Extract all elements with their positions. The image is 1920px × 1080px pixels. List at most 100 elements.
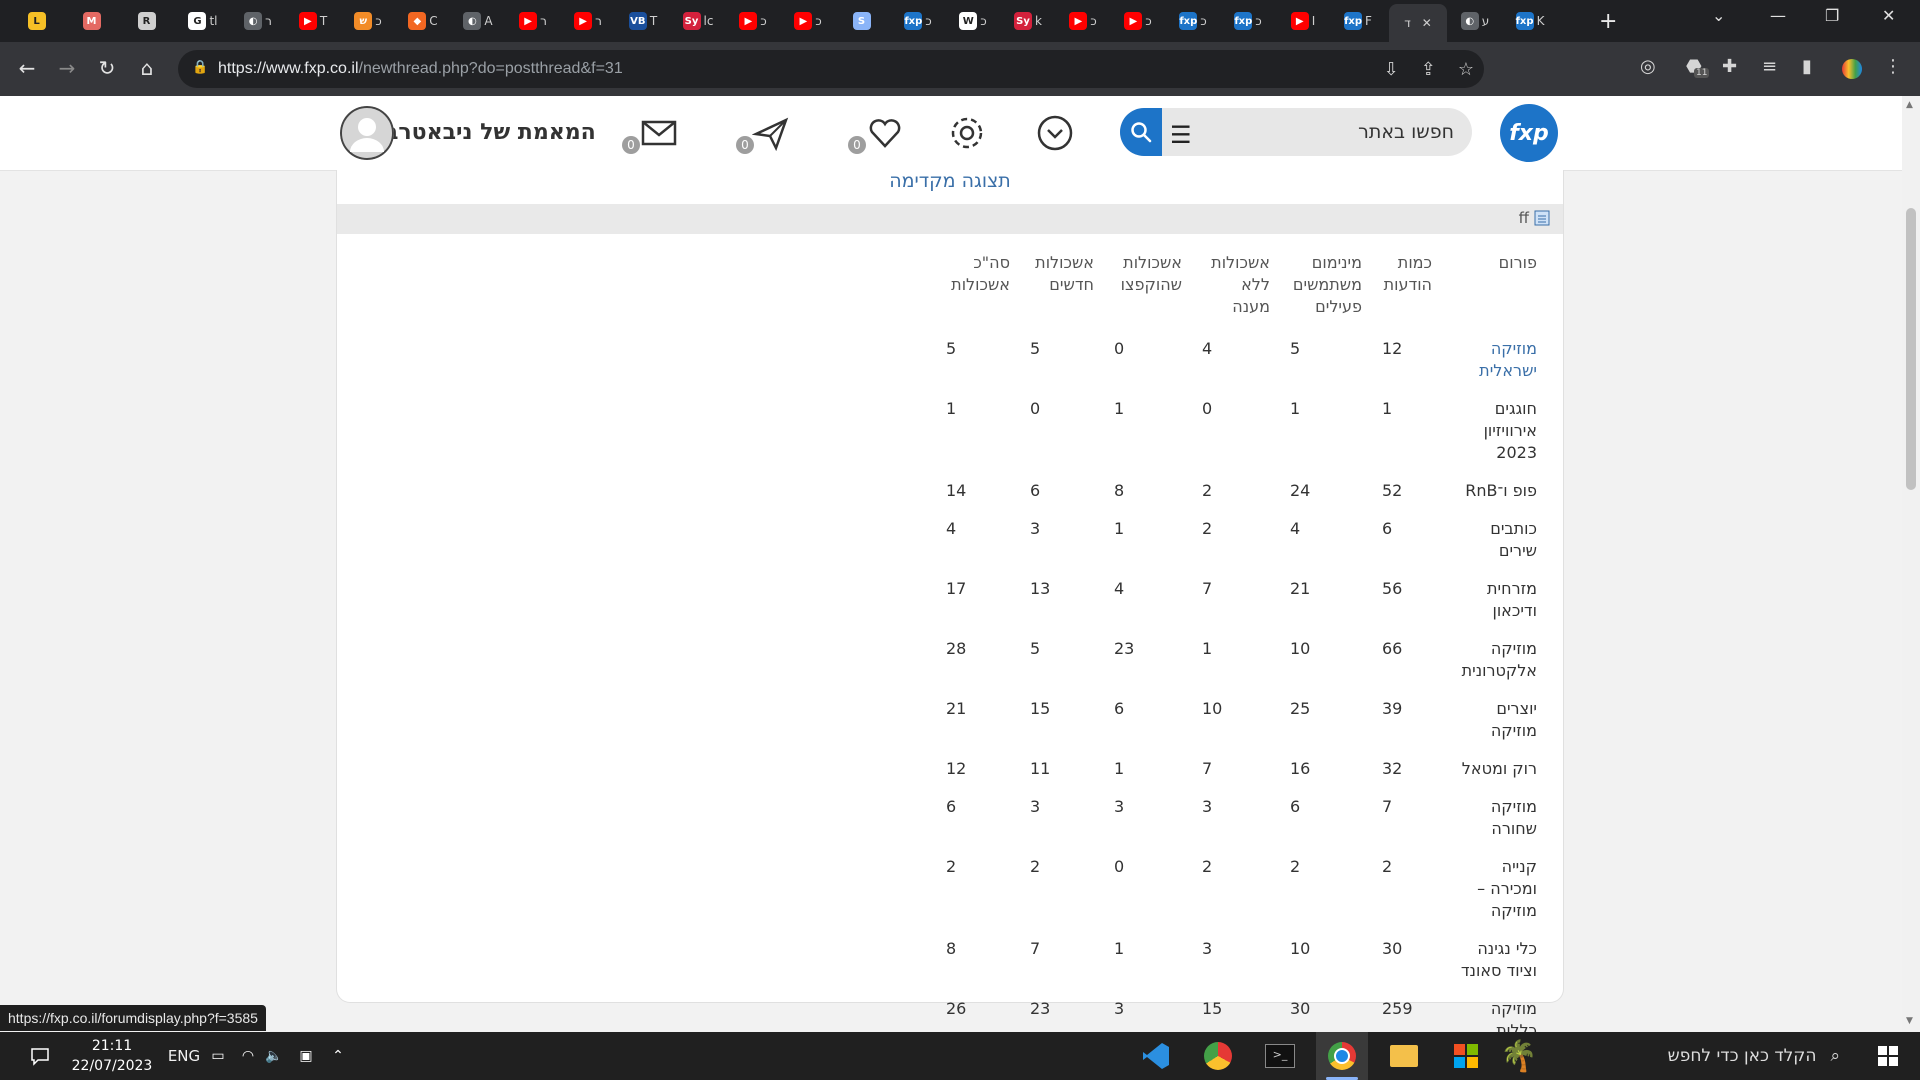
tab-title: T [319, 14, 328, 28]
close-tab-icon[interactable]: ✕ [1422, 16, 1432, 30]
browser-tab[interactable]: ▶ T [289, 6, 337, 36]
browser-tab[interactable]: ◐ ע [1451, 6, 1499, 36]
close-window-button[interactable]: ✕ [1882, 6, 1895, 25]
scroll-thumb[interactable] [1906, 208, 1916, 490]
store-taskbar-icon[interactable] [1440, 1032, 1492, 1080]
tab-title: ע [1481, 14, 1490, 28]
username[interactable]: המאמת של ניבאטרב [385, 120, 596, 145]
browser-tab[interactable]: שכ [344, 6, 392, 36]
fxp-logo[interactable]: fxp [1500, 104, 1558, 162]
file-explorer-taskbar-icon[interactable] [1378, 1032, 1430, 1080]
browser-tab[interactable]: VB T [619, 6, 667, 36]
start-windows-icon[interactable] [1878, 1046, 1898, 1066]
tab-favicon-icon: Sy [682, 12, 701, 30]
profile-avatar[interactable] [1842, 59, 1862, 79]
tab-title: K [1536, 14, 1545, 28]
chrome-profile-taskbar-icon[interactable] [1192, 1032, 1244, 1080]
stat-cell: 66 [1382, 639, 1403, 658]
home-icon[interactable]: ⌂ [134, 56, 160, 80]
new-tab-button[interactable]: + [1599, 9, 1617, 34]
browser-tab[interactable]: S [839, 6, 887, 36]
tab-favicon-icon: L [27, 12, 46, 30]
favorites-heart-icon[interactable] [866, 114, 904, 152]
browser-tab[interactable]: ▶ כ [1114, 6, 1162, 36]
browser-tab[interactable]: ▶ כ [729, 6, 777, 36]
browser-tab[interactable]: fxp כ [894, 6, 942, 36]
tab-search-icon[interactable]: ⌄ [1712, 6, 1725, 25]
browser-tab[interactable]: ▶ I [1279, 6, 1327, 36]
clock[interactable]: 21:11 22/07/2023 [62, 1036, 162, 1076]
volume-icon[interactable]: 🔈 [262, 1032, 286, 1080]
show-hidden-icons[interactable]: ⌃ [326, 1032, 350, 1080]
meet-now-icon[interactable]: ▣ [294, 1032, 318, 1080]
wifi-icon[interactable]: ◠ [236, 1032, 260, 1080]
address-bar[interactable]: 🔒 https://www.fxp.co.il/newthread.php?do… [178, 50, 1484, 88]
tab-favicon-icon: ▶ [1124, 12, 1143, 30]
menu-icon[interactable]: ☰ [1170, 121, 1192, 149]
browser-tab[interactable]: ◆ C [399, 6, 447, 36]
mail-icon[interactable] [640, 114, 678, 152]
search-button[interactable] [1120, 108, 1162, 156]
reload-icon[interactable]: ↻ [94, 56, 120, 80]
browser-tab[interactable]: fxp K [1506, 6, 1554, 36]
tab-favicon-icon: M [82, 12, 101, 30]
browser-tab[interactable]: Gtl [179, 6, 227, 36]
tab-title: כ [815, 14, 822, 28]
scroll-up-arrow[interactable]: ▲ [1906, 100, 1913, 110]
browser-tab[interactable]: ▶ כ [784, 6, 832, 36]
notification-icon[interactable] [20, 1032, 60, 1080]
preview-card: תצוגה מקדימה ff פורום כמות הודעות מינימו… [336, 170, 1564, 1040]
maximize-button[interactable]: ❐ [1825, 6, 1839, 25]
forum-stats-table: פורום כמות הודעות מינימום משתמשים פעילים… [936, 252, 1547, 1058]
browser-tab[interactable]: fxp F [1334, 6, 1382, 36]
user-avatar[interactable] [340, 106, 394, 160]
scroll-down-arrow[interactable]: ▼ [1906, 1016, 1913, 1026]
url-text[interactable]: https://www.fxp.co.il/newthread.php?do=p… [218, 60, 623, 78]
browser-tab[interactable]: ◐ ר [234, 6, 282, 36]
side-panel-icon[interactable]: ▮ [1802, 56, 1812, 77]
forward-icon[interactable]: → [54, 56, 80, 80]
browser-tab[interactable]: Sy lc [674, 6, 722, 36]
search-input[interactable] [1212, 118, 1456, 146]
forum-name-cell[interactable]: מוזיקה ישראלית [1442, 338, 1547, 398]
bookmark-star-icon[interactable]: ☆ [1458, 59, 1474, 80]
table-row: יוצרים מוזיקה 39 25 10 6 15 21 [936, 698, 1547, 758]
browser-tab[interactable]: M [69, 6, 117, 36]
browser-tab[interactable]: ▶ כ [1059, 6, 1107, 36]
browser-tab[interactable]: ד ✕ [1389, 4, 1447, 42]
share-icon[interactable]: ⇪ [1421, 59, 1436, 80]
install-app-icon[interactable]: ⇩ [1384, 59, 1399, 80]
table-row: חוגגים אירוויזיון 2023 1 1 0 1 0 1 [936, 398, 1547, 480]
lock-icon[interactable]: 🔒 [192, 60, 208, 75]
send-plane-icon[interactable] [752, 114, 790, 152]
page-scrollbar[interactable]: ▲ ▼ [1902, 96, 1920, 1032]
chrome-menu-icon[interactable]: ⋮ [1884, 56, 1902, 77]
browser-tab[interactable]: fxp כ [1224, 6, 1272, 36]
vscode-taskbar-icon[interactable] [1130, 1032, 1182, 1080]
browser-tab[interactable]: R [124, 6, 172, 36]
stat-cell: 1 [1114, 519, 1125, 538]
settings-gear-icon[interactable] [948, 114, 986, 152]
back-icon[interactable]: ← [14, 56, 40, 80]
chrome-taskbar-icon[interactable] [1316, 1032, 1368, 1080]
language-indicator[interactable]: ENG [164, 1032, 204, 1080]
extension-icon[interactable]: ⬣ 11 [1686, 56, 1710, 78]
forum-name-cell: חוגגים אירוויזיון 2023 [1483, 399, 1537, 462]
incognito-ext-icon[interactable]: ◎ [1640, 56, 1656, 77]
browser-tab[interactable]: ▶ ר [509, 6, 557, 36]
table-row: מוזיקה שחורה 7 6 3 3 3 6 [936, 796, 1547, 856]
puzzle-icon[interactable]: ✚ [1722, 56, 1737, 77]
media-control-icon[interactable]: ≡ [1762, 56, 1777, 77]
document-icon [1534, 210, 1550, 226]
browser-tab[interactable]: ◐ A [454, 6, 502, 36]
browser-tab[interactable]: L [14, 6, 62, 36]
taskbar-search[interactable]: ⌕ הקלד כאן כדי לחפש 🌴 [1500, 1032, 1852, 1080]
browser-tab[interactable]: ▶ ר [564, 6, 612, 36]
minimize-button[interactable]: — [1770, 6, 1786, 25]
dropdown-circle-icon[interactable] [1036, 114, 1074, 152]
battery-icon[interactable]: ▭ [206, 1032, 230, 1080]
terminal-taskbar-icon[interactable]: >_ [1254, 1032, 1306, 1080]
browser-tab[interactable]: Wכ [949, 6, 997, 36]
browser-tab[interactable]: Sy k [1004, 6, 1052, 36]
browser-tab[interactable]: fxp כ [1169, 6, 1217, 36]
